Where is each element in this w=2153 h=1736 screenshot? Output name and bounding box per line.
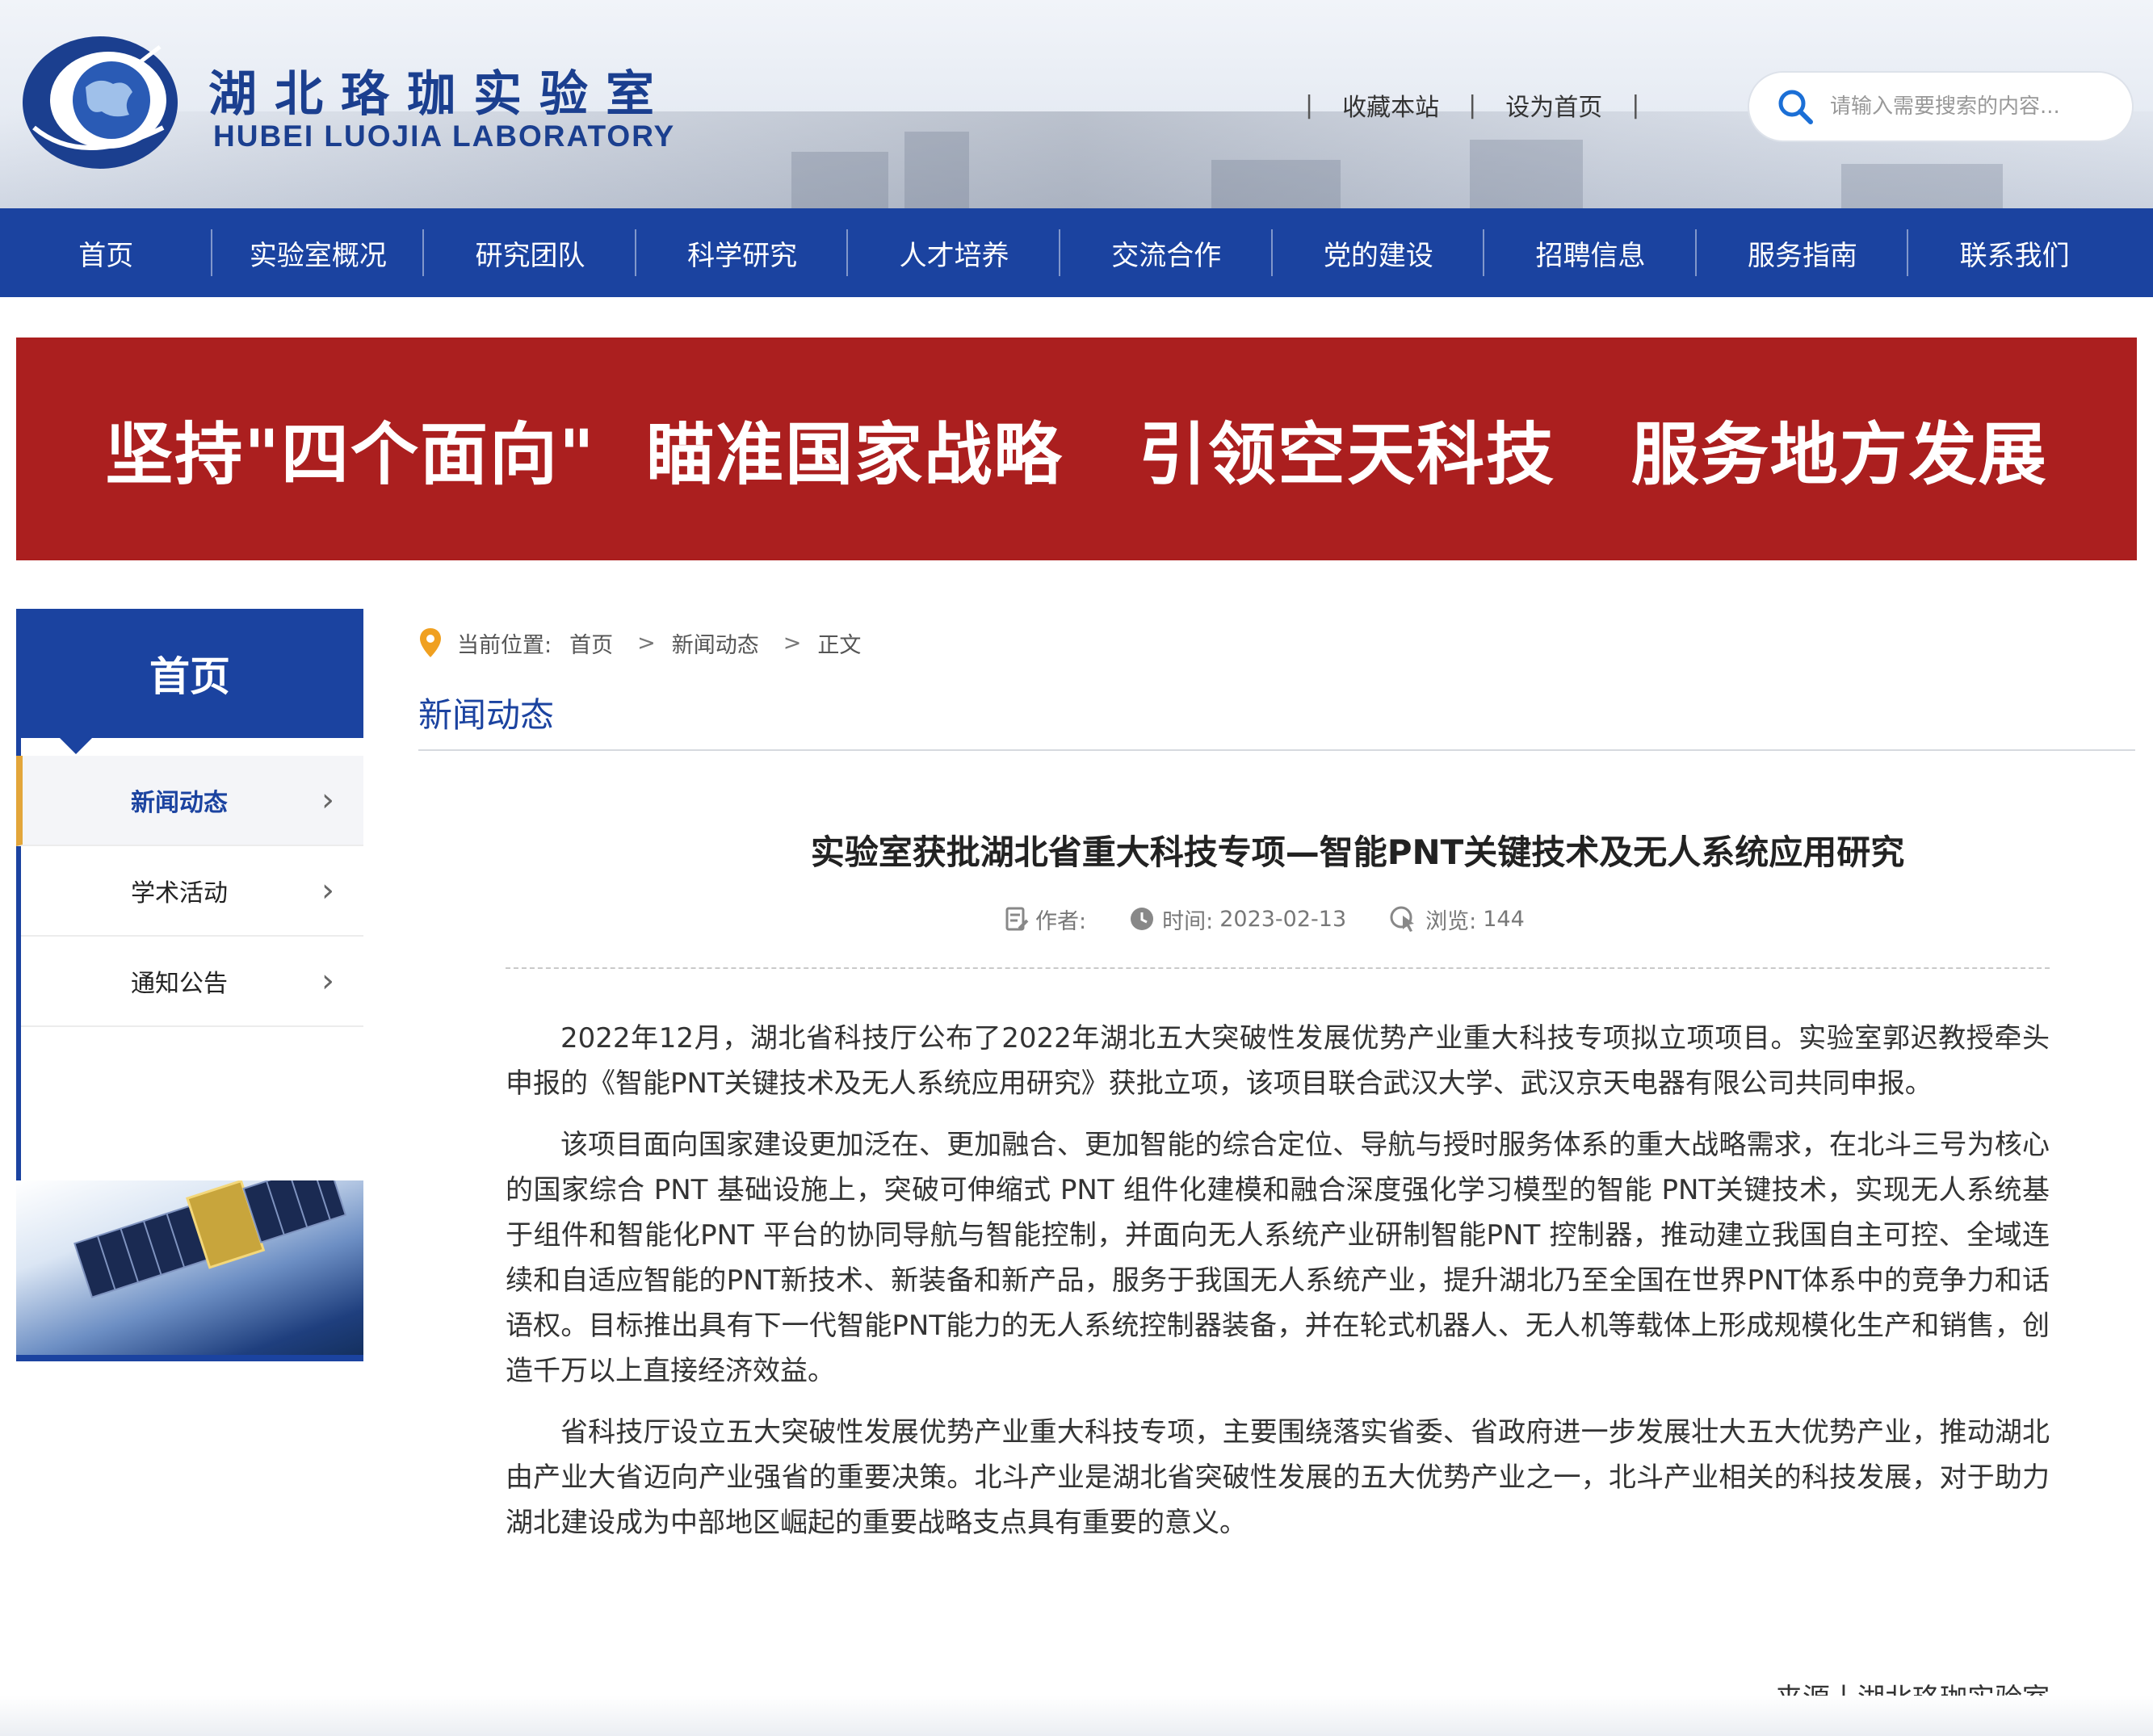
time-value: 2023-02-13 — [1219, 906, 1347, 932]
views-icon — [1390, 906, 1415, 932]
chevron-right-icon: › — [321, 962, 334, 1000]
site-name-en[interactable]: HUBEI LUOJIA LABORATORY — [213, 120, 675, 153]
nav-item-contact[interactable]: 联系我们 — [1908, 208, 2121, 297]
header-building — [1470, 140, 1583, 208]
sidebar-item-label: 新闻动态 — [131, 789, 228, 817]
nav-item-overview[interactable]: 实验室概况 — [212, 208, 425, 297]
breadcrumb-prefix: 当前位置: — [457, 632, 552, 658]
breadcrumb-separator: > — [637, 630, 656, 656]
lab-logo-icon[interactable] — [18, 31, 183, 174]
sidebar-item-label: 通知公告 — [131, 970, 228, 998]
nav-item-talent[interactable]: 人才培养 — [848, 208, 1060, 297]
satellite-image — [16, 1180, 363, 1361]
nav-item-party[interactable]: 党的建设 — [1273, 208, 1485, 297]
nav-item-team[interactable]: 研究团队 — [424, 208, 636, 297]
set-homepage-link[interactable]: 设为首页 — [1505, 87, 1602, 123]
site-name-cn[interactable]: 湖北珞珈实验室 — [208, 55, 672, 125]
top-link-separator: | — [1468, 90, 1477, 120]
nav-item-home[interactable]: 首页 — [0, 208, 212, 297]
meta-author: 作者: — [1005, 904, 1086, 935]
article-meta: 作者: 时间: 2023-02-13 浏览: 144 — [1005, 903, 1567, 935]
article-body: 2022年12月，湖北省科技厅公布了2022年湖北五大突破性发展优势产业重大科技… — [506, 1016, 2050, 1562]
author-icon — [1005, 907, 1029, 931]
top-links: | 收藏本站 | 设为首页 | — [1276, 87, 1668, 123]
clock-icon — [1131, 908, 1154, 930]
views-value: 144 — [1483, 906, 1525, 932]
footer-fade — [0, 1696, 2153, 1736]
meta-views: 浏览: 144 — [1388, 904, 1525, 935]
breadcrumb-separator: > — [783, 630, 802, 656]
article-paragraph: 2022年12月，湖北省科技厅公布了2022年湖北五大突破性发展优势产业重大科技… — [506, 1022, 2050, 1100]
banner-slogan: 坚持"四个面向" 瞄准国家战略 引领空天科技 服务地方发展 — [105, 414, 2048, 494]
views-label: 浏览: — [1425, 908, 1477, 934]
sidebar-spacer — [16, 1027, 363, 1189]
article-title: 实验室获批湖北省重大科技专项—智能PNT关键技术及无人系统应用研究 — [810, 832, 1905, 872]
nav-item-service[interactable]: 服务指南 — [1697, 208, 1909, 297]
header-building — [904, 132, 969, 208]
sidebar-list: 新闻动态 › 学术活动 › 通知公告 › — [16, 756, 363, 1027]
top-link-separator: | — [1305, 90, 1314, 120]
header-building — [1211, 160, 1341, 208]
chevron-right-icon: › — [321, 872, 334, 909]
sidebar-title: 首页 — [16, 609, 363, 754]
nav-item-jobs[interactable]: 招聘信息 — [1484, 208, 1697, 297]
sidebar-item-notices[interactable]: 通知公告 › — [21, 937, 363, 1027]
main-nav: 首页 实验室概况 研究团队 科学研究 人才培养 交流合作 党的建设 招聘信息 服… — [0, 208, 2153, 297]
satellite-icon — [73, 1180, 347, 1298]
breadcrumb-news[interactable]: 新闻动态 — [672, 627, 759, 659]
location-pin-icon — [420, 628, 441, 657]
sidebar-item-label: 学术活动 — [131, 879, 228, 908]
sidebar-item-academic[interactable]: 学术活动 › — [21, 846, 363, 937]
breadcrumb-home[interactable]: 首页 — [569, 627, 613, 659]
nav-item-exchange[interactable]: 交流合作 — [1060, 208, 1273, 297]
article-paragraph: 该项目面向国家建设更加泛在、更加融合、更加智能的综合定位、导航与授时服务体系的重… — [506, 1129, 2050, 1387]
search-input[interactable] — [1830, 94, 2121, 119]
search-icon[interactable] — [1777, 88, 1814, 125]
section-divider — [418, 749, 2135, 751]
meta-time: 时间: 2023-02-13 — [1128, 904, 1346, 935]
top-link-separator: | — [1631, 90, 1640, 120]
header-building — [1841, 164, 2003, 208]
header-building — [791, 152, 888, 208]
bookmark-site-link[interactable]: 收藏本站 — [1342, 87, 1439, 123]
section-title: 新闻动态 — [418, 695, 555, 735]
author-label: 作者: — [1035, 908, 1087, 934]
breadcrumb: 当前位置: 首页 > 新闻动态 > 正文 — [418, 625, 869, 660]
meta-divider — [506, 967, 2050, 969]
nav-item-research[interactable]: 科学研究 — [636, 208, 849, 297]
sidebar: 首页 新闻动态 › 学术活动 › 通知公告 › — [16, 609, 363, 1361]
chevron-right-icon: › — [321, 782, 334, 819]
site-header: 湖北珞珈实验室 HUBEI LUOJIA LABORATORY | 收藏本站 |… — [0, 0, 2153, 208]
search-box[interactable] — [1748, 71, 2134, 142]
slogan-banner: 坚持"四个面向" 瞄准国家战略 引领空天科技 服务地方发展 — [16, 338, 2137, 560]
article-paragraph: 省科技厅设立五大突破性发展优势产业重大科技专项，主要围绕落实省委、省政府进一步发… — [506, 1416, 2050, 1539]
time-label: 时间: — [1162, 908, 1214, 934]
breadcrumb-current: 正文 — [817, 632, 862, 658]
sidebar-item-news[interactable]: 新闻动态 › — [16, 756, 363, 846]
